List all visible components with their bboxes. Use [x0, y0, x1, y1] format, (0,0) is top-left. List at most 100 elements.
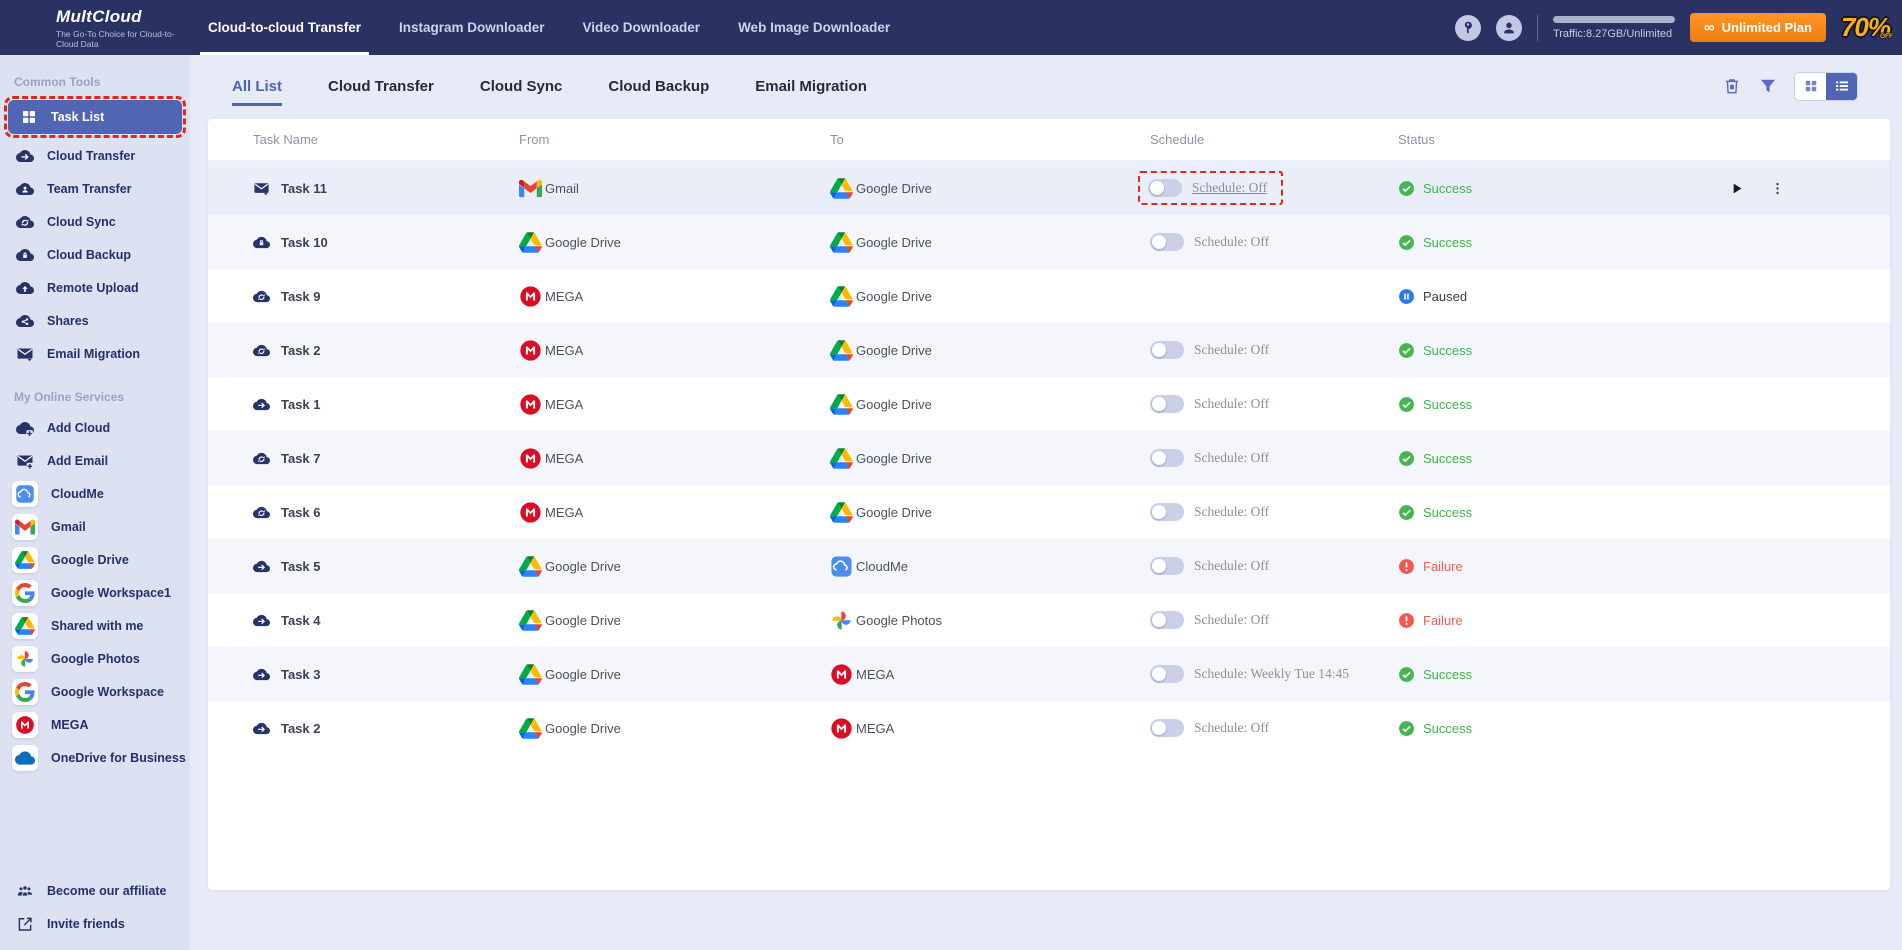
- topnav-item[interactable]: Cloud-to-cloud Transfer: [200, 0, 369, 55]
- filter-icon[interactable]: [1758, 76, 1778, 96]
- schedule-label[interactable]: Schedule: Off: [1194, 234, 1269, 250]
- tab-cloud-transfer[interactable]: Cloud Transfer: [328, 55, 434, 117]
- sidebar-item-cloudme[interactable]: CloudMe: [0, 477, 190, 510]
- discount-badge[interactable]: 70% OFF: [1841, 12, 1893, 43]
- topnav-item[interactable]: Web Image Downloader: [736, 0, 892, 55]
- sidebar-item-google-workspace[interactable]: Google Workspace: [0, 675, 190, 708]
- failure-icon: [1398, 558, 1415, 575]
- sidebar-item-google-workspace1[interactable]: Google Workspace1: [0, 576, 190, 609]
- success-icon: [1398, 342, 1415, 359]
- sidebar-item-shares[interactable]: Shares: [0, 304, 190, 337]
- sidebar-item-cloud-transfer[interactable]: Cloud Transfer: [0, 139, 190, 172]
- tab-all-list[interactable]: All List: [232, 55, 283, 117]
- grid-view-button[interactable]: [1795, 73, 1826, 100]
- sidebar-item-become-our-affiliate[interactable]: Become our affiliate: [0, 874, 190, 907]
- task-name: Task 2: [281, 720, 321, 736]
- success-icon: [1398, 396, 1415, 413]
- task-transfer-icon: [253, 666, 270, 683]
- sidebar-item-onedrive-for-business[interactable]: OneDrive for Business: [0, 741, 190, 774]
- google-drive-icon: [830, 285, 853, 308]
- schedule-label[interactable]: Schedule: Weekly Tue 14:45: [1194, 666, 1349, 682]
- to-cell: Google Drive: [830, 447, 1150, 470]
- sidebar-item-google-photos[interactable]: Google Photos: [0, 642, 190, 675]
- status-badge: Success: [1398, 504, 1653, 521]
- grid-icon: [20, 108, 38, 126]
- sidebar-item-remote-upload[interactable]: Remote Upload: [0, 271, 190, 304]
- success-icon: [1398, 180, 1415, 197]
- from-cell: MEGA: [519, 501, 830, 524]
- main-content: All List Cloud Transfer Cloud Sync Cloud Ba…: [190, 55, 1902, 950]
- sidebar-item-mega[interactable]: MEGA: [0, 708, 190, 741]
- trash-icon[interactable]: [1722, 76, 1742, 96]
- schedule-label[interactable]: Schedule: Off: [1194, 396, 1269, 412]
- sidebar-item-cloud-backup[interactable]: Cloud Backup: [0, 238, 190, 271]
- status-badge: Success: [1398, 180, 1653, 197]
- schedule-label[interactable]: Schedule: Off: [1194, 450, 1269, 466]
- status-badge: Paused: [1398, 288, 1653, 305]
- sidebar-item-cloud-sync[interactable]: Cloud Sync: [0, 205, 190, 238]
- service-label: Google Drive: [545, 234, 621, 250]
- schedule-control: Schedule: Off: [1150, 233, 1398, 251]
- sidebar-item-task-list[interactable]: Task List: [8, 100, 182, 134]
- tab-cloud-backup[interactable]: Cloud Backup: [608, 55, 709, 117]
- sidebar-item-invite-friends[interactable]: Invite friends: [0, 907, 190, 940]
- service-label: MEGA: [545, 396, 584, 412]
- sidebar-item-add-cloud[interactable]: Add Cloud: [0, 411, 190, 444]
- service-icon-tile: [12, 513, 38, 540]
- table-toolbar: [1722, 71, 1858, 101]
- task-name-cell: Task 2: [253, 342, 519, 359]
- account-button[interactable]: [1495, 14, 1522, 41]
- schedule-label[interactable]: Schedule: Off: [1194, 504, 1269, 520]
- task-transfer-icon: [253, 612, 270, 629]
- schedule-cell: Schedule: Weekly Tue 14:45: [1150, 665, 1398, 683]
- tab-email-migration[interactable]: Email Migration: [755, 55, 867, 117]
- from-cell: Google Drive: [519, 231, 830, 254]
- google-drive-icon: [830, 177, 853, 200]
- sidebar-item-shared-with-me[interactable]: Shared with me: [0, 609, 190, 642]
- schedule-cell: Schedule: Off: [1150, 719, 1398, 737]
- topnav-item[interactable]: Video Downloader: [581, 0, 703, 55]
- schedule-label[interactable]: Schedule: Off: [1192, 180, 1267, 196]
- google-drive-icon: [519, 555, 542, 578]
- list-view-button[interactable]: [1826, 72, 1857, 100]
- google-photos-icon: [15, 649, 35, 669]
- tab-cloud-sync[interactable]: Cloud Sync: [480, 55, 563, 117]
- unlimited-plan-button[interactable]: ∞ Unlimited Plan: [1689, 13, 1826, 42]
- schedule-toggle[interactable]: [1150, 449, 1184, 467]
- mega-icon: [15, 715, 35, 735]
- schedule-toggle[interactable]: [1150, 719, 1184, 737]
- sidebar-item-google-drive[interactable]: Google Drive: [0, 543, 190, 576]
- google-drive-icon: [830, 447, 853, 470]
- schedule-toggle[interactable]: [1150, 665, 1184, 683]
- sidebar-item-gmail[interactable]: Gmail: [0, 510, 190, 543]
- help-key-button[interactable]: [1454, 14, 1481, 41]
- success-icon: [1398, 234, 1415, 251]
- schedule-toggle[interactable]: [1150, 233, 1184, 251]
- schedule-toggle[interactable]: [1150, 395, 1184, 413]
- schedule-toggle[interactable]: [1150, 341, 1184, 359]
- status-label: Success: [1423, 396, 1473, 412]
- service-label: MEGA: [545, 288, 584, 304]
- sidebar-item-add-email[interactable]: Add Email: [0, 444, 190, 477]
- schedule-label[interactable]: Schedule: Off: [1194, 612, 1269, 628]
- schedule-label[interactable]: Schedule: Off: [1194, 720, 1269, 736]
- sidebar-item-email-migration[interactable]: Email Migration: [0, 337, 190, 370]
- task-name: Task 11: [281, 180, 328, 196]
- to-cell: Google Drive: [830, 393, 1150, 416]
- service-label: Google Drive: [545, 666, 621, 682]
- schedule-toggle[interactable]: [1150, 611, 1184, 629]
- topnav-item[interactable]: Instagram Downloader: [397, 0, 547, 55]
- schedule-toggle[interactable]: [1150, 503, 1184, 521]
- service-label: Google Drive: [856, 504, 932, 520]
- play-icon[interactable]: [1728, 180, 1745, 197]
- schedule-toggle[interactable]: [1150, 557, 1184, 575]
- schedule-label[interactable]: Schedule: Off: [1194, 342, 1269, 358]
- schedule-control: Schedule: Off: [1150, 341, 1398, 359]
- sidebar-item-team-transfer[interactable]: Team Transfer: [0, 172, 190, 205]
- kebab-icon[interactable]: [1769, 180, 1786, 197]
- schedule-label[interactable]: Schedule: Off: [1194, 558, 1269, 574]
- service-label: Gmail: [545, 180, 579, 196]
- task-sync-icon: [253, 342, 270, 359]
- schedule-toggle[interactable]: [1148, 179, 1182, 197]
- schedule-control: Schedule: Weekly Tue 14:45: [1150, 665, 1398, 683]
